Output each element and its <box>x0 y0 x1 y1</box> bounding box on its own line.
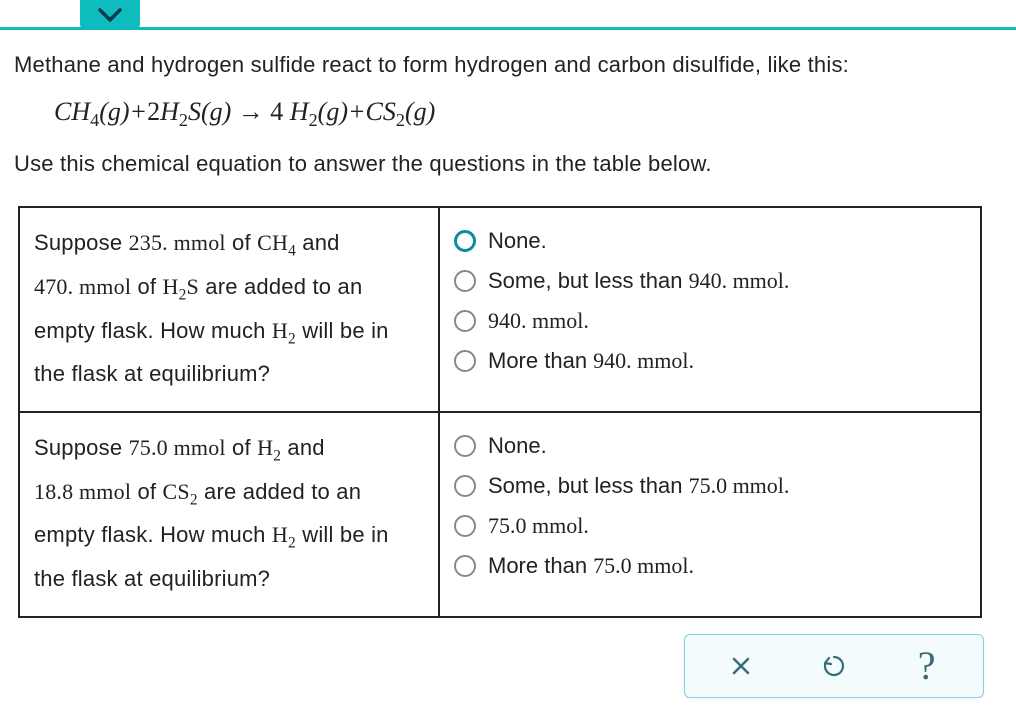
option-label: 75.0 mmol. <box>488 513 589 539</box>
close-icon <box>729 654 753 678</box>
q1-answers: None. Some, but less than 940. mmol. 940… <box>439 207 981 412</box>
radio-icon <box>454 435 476 457</box>
help-button[interactable]: ? <box>897 642 957 690</box>
undo-icon <box>820 652 848 680</box>
outro-text: Use this chemical equation to answer the… <box>14 147 1002 180</box>
radio-icon <box>454 515 476 537</box>
option-label: Some, but less than 940. mmol. <box>488 268 789 294</box>
q2-answers: None. Some, but less than 75.0 mmol. 75.… <box>439 412 981 617</box>
option-label: None. <box>488 433 547 459</box>
option-label: 940. mmol. <box>488 308 589 334</box>
question-row-2: Suppose 75.0 mmol of H2 and 18.8 mmol of… <box>19 412 981 617</box>
chevron-down-icon <box>97 7 123 23</box>
problem-content: Methane and hydrogen sulfide react to fo… <box>0 30 1016 718</box>
top-bar <box>0 0 1016 30</box>
option-label: Some, but less than 75.0 mmol. <box>488 473 789 499</box>
intro-text: Methane and hydrogen sulfide react to fo… <box>14 48 1002 81</box>
q1-option-some[interactable]: Some, but less than 940. mmol. <box>454 268 962 294</box>
radio-icon <box>454 475 476 497</box>
q1-option-more[interactable]: More than 940. mmol. <box>454 348 962 374</box>
q1-prompt: Suppose 235. mmol of CH4 and 470. mmol o… <box>19 207 439 412</box>
q2-prompt: Suppose 75.0 mmol of H2 and 18.8 mmol of… <box>19 412 439 617</box>
expand-tab[interactable] <box>80 0 140 30</box>
q2-option-none[interactable]: None. <box>454 433 962 459</box>
close-button[interactable] <box>711 642 771 690</box>
radio-icon <box>454 270 476 292</box>
q2-option-exact[interactable]: 75.0 mmol. <box>454 513 962 539</box>
option-label: None. <box>488 228 547 254</box>
q2-option-more[interactable]: More than 75.0 mmol. <box>454 553 962 579</box>
help-icon: ? <box>918 642 936 689</box>
action-toolbar: ? <box>684 634 984 698</box>
q1-option-none[interactable]: None. <box>454 228 962 254</box>
radio-icon <box>454 230 476 252</box>
radio-icon <box>454 350 476 372</box>
radio-icon <box>454 555 476 577</box>
option-label: More than 940. mmol. <box>488 348 694 374</box>
option-label: More than 75.0 mmol. <box>488 553 694 579</box>
question-row-1: Suppose 235. mmol of CH4 and 470. mmol o… <box>19 207 981 412</box>
radio-icon <box>454 310 476 332</box>
question-table: Suppose 235. mmol of CH4 and 470. mmol o… <box>18 206 982 618</box>
undo-button[interactable] <box>804 642 864 690</box>
q2-option-some[interactable]: Some, but less than 75.0 mmol. <box>454 473 962 499</box>
chemical-equation: CH4(g)+2H2S(g) → 4 H2(g)+CS2(g) <box>54 97 1002 131</box>
q1-option-exact[interactable]: 940. mmol. <box>454 308 962 334</box>
